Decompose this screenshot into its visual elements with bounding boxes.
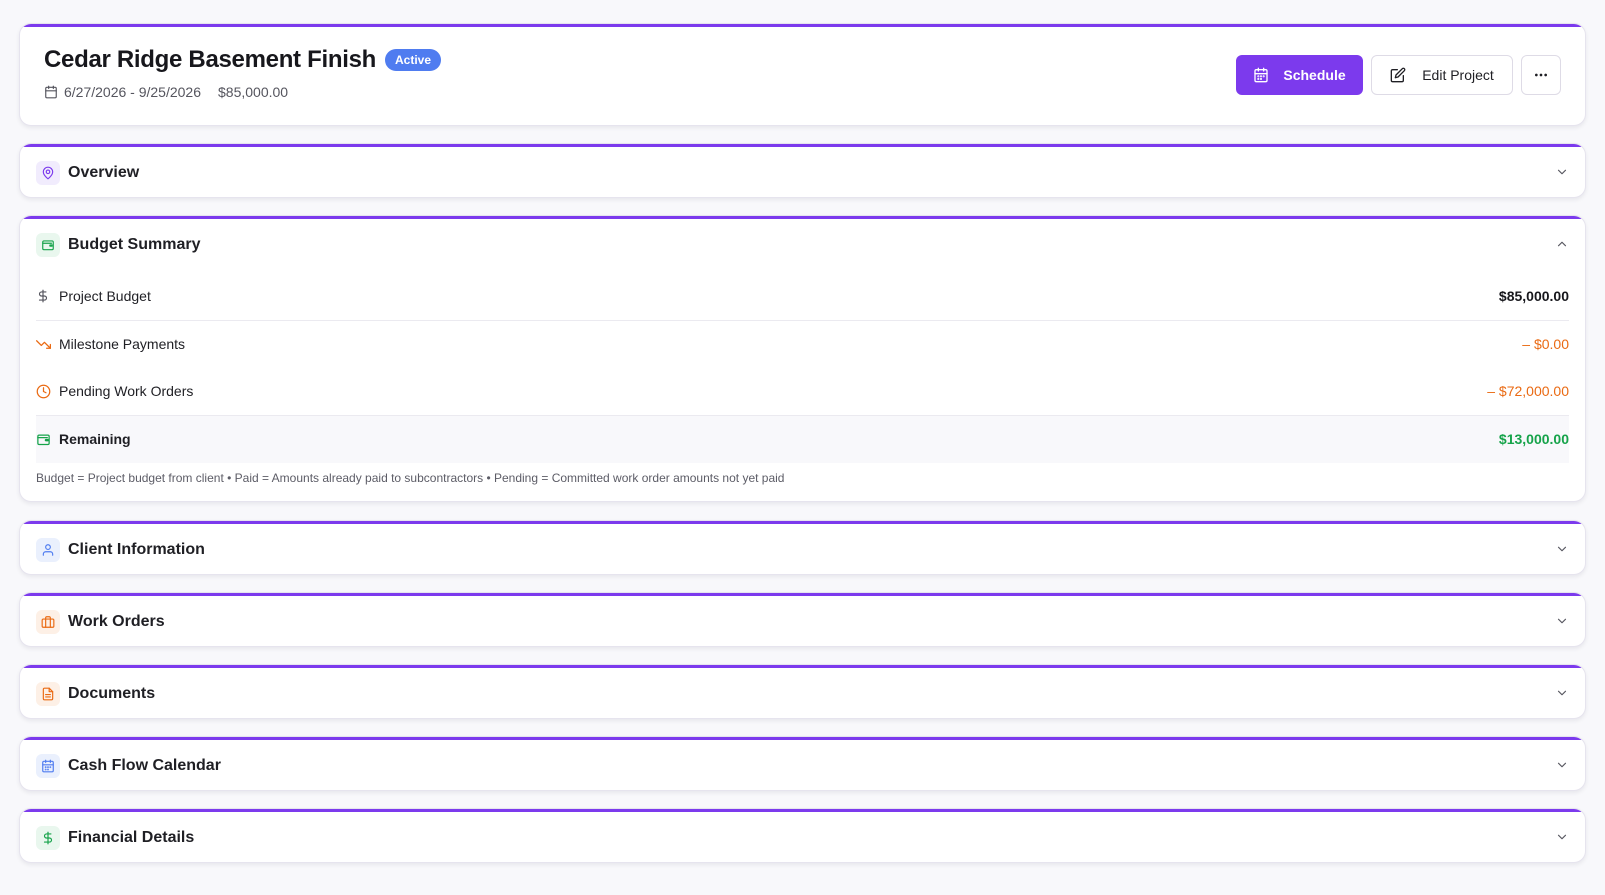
overview-section: Overview	[19, 143, 1586, 198]
budget-row-pending-work-orders: Pending Work Orders – $72,000.00	[36, 368, 1569, 416]
calendar-icon	[36, 753, 60, 778]
budget-legend-note: Budget = Project budget from client • Pa…	[36, 471, 785, 485]
client-information-title: Client Information	[68, 540, 205, 558]
map-pin-icon	[36, 160, 60, 185]
cash-flow-calendar-header[interactable]: Cash Flow Calendar	[20, 740, 1585, 790]
edit-project-button[interactable]: Edit Project	[1371, 55, 1513, 95]
project-header: Cedar Ridge Basement Finish Active 6/27/…	[19, 23, 1586, 126]
chevron-up-icon[interactable]	[1555, 237, 1569, 251]
project-date-range: 6/27/2026 - 9/25/2026	[64, 84, 202, 100]
chevron-down-icon[interactable]	[1555, 830, 1569, 844]
budget-summary-header[interactable]: Budget Summary	[20, 219, 1585, 270]
project-title: Cedar Ridge Basement Finish	[44, 46, 376, 73]
budget-row-milestone-payments: Milestone Payments – $0.00	[36, 321, 1569, 369]
budget-row-label: Project Budget	[59, 288, 151, 305]
user-icon	[36, 537, 60, 562]
clock-icon	[36, 384, 52, 399]
dollar-icon	[36, 825, 60, 850]
status-badge: Active	[384, 49, 442, 71]
financial-details-section: Financial Details	[19, 808, 1586, 863]
more-horizontal-icon	[1533, 67, 1549, 83]
financial-details-title: Financial Details	[68, 828, 195, 846]
overview-header[interactable]: Overview	[20, 147, 1585, 197]
financial-details-header[interactable]: Financial Details	[20, 812, 1585, 862]
briefcase-icon	[36, 609, 60, 634]
budget-summary-section: Budget Summary Project Budget $85,000.00…	[19, 215, 1586, 502]
client-information-header[interactable]: Client Information	[20, 524, 1585, 574]
chevron-down-icon[interactable]	[1555, 686, 1569, 700]
more-options-button[interactable]	[1521, 55, 1561, 95]
work-orders-title: Work Orders	[68, 612, 165, 630]
budget-row-value: – $72,000.00	[1487, 383, 1569, 400]
documents-header[interactable]: Documents	[20, 668, 1585, 718]
budget-row-value: $85,000.00	[1498, 288, 1569, 305]
budget-row-label: Pending Work Orders	[59, 383, 194, 400]
budget-row-value: – $0.00	[1522, 336, 1569, 353]
budget-row-label: Remaining	[59, 431, 131, 448]
documents-title: Documents	[68, 684, 156, 702]
dollar-icon	[36, 289, 52, 303]
header-actions: Schedule Edit Project	[1236, 55, 1561, 95]
budget-row-value: $13,000.00	[1498, 431, 1569, 448]
chevron-down-icon[interactable]	[1555, 165, 1569, 179]
client-information-section: Client Information	[19, 520, 1586, 575]
project-title-row: Cedar Ridge Basement Finish Active	[44, 46, 442, 74]
documents-section: Documents	[19, 664, 1586, 719]
budget-row-label: Milestone Payments	[59, 336, 186, 353]
wallet-icon	[36, 432, 52, 447]
cash-flow-calendar-title: Cash Flow Calendar	[68, 756, 221, 774]
budget-summary-title: Budget Summary	[68, 235, 201, 253]
budget-rows: Project Budget $85,000.00 Milestone Paym…	[36, 273, 1569, 463]
project-budget-amount: $85,000.00	[218, 84, 289, 100]
budget-row-remaining: Remaining $13,000.00	[36, 415, 1569, 463]
chevron-down-icon[interactable]	[1555, 758, 1569, 772]
schedule-button[interactable]: Schedule	[1236, 55, 1363, 95]
calendar-icon	[44, 85, 58, 99]
overview-title: Overview	[68, 163, 140, 181]
schedule-label: Schedule	[1283, 67, 1346, 83]
file-text-icon	[36, 681, 60, 706]
wallet-icon	[36, 232, 60, 257]
work-orders-section: Work Orders	[19, 592, 1586, 647]
edit-icon	[1390, 67, 1406, 83]
trending-down-icon	[36, 337, 52, 352]
cash-flow-calendar-section: Cash Flow Calendar	[19, 736, 1586, 791]
chevron-down-icon[interactable]	[1555, 614, 1569, 628]
chevron-down-icon[interactable]	[1555, 542, 1569, 556]
edit-project-label: Edit Project	[1422, 67, 1494, 83]
calendar-icon	[1253, 67, 1269, 83]
budget-row-project-budget: Project Budget $85,000.00	[36, 273, 1569, 321]
work-orders-header[interactable]: Work Orders	[20, 596, 1585, 646]
project-meta: 6/27/2026 - 9/25/2026 $85,000.00	[44, 84, 288, 100]
